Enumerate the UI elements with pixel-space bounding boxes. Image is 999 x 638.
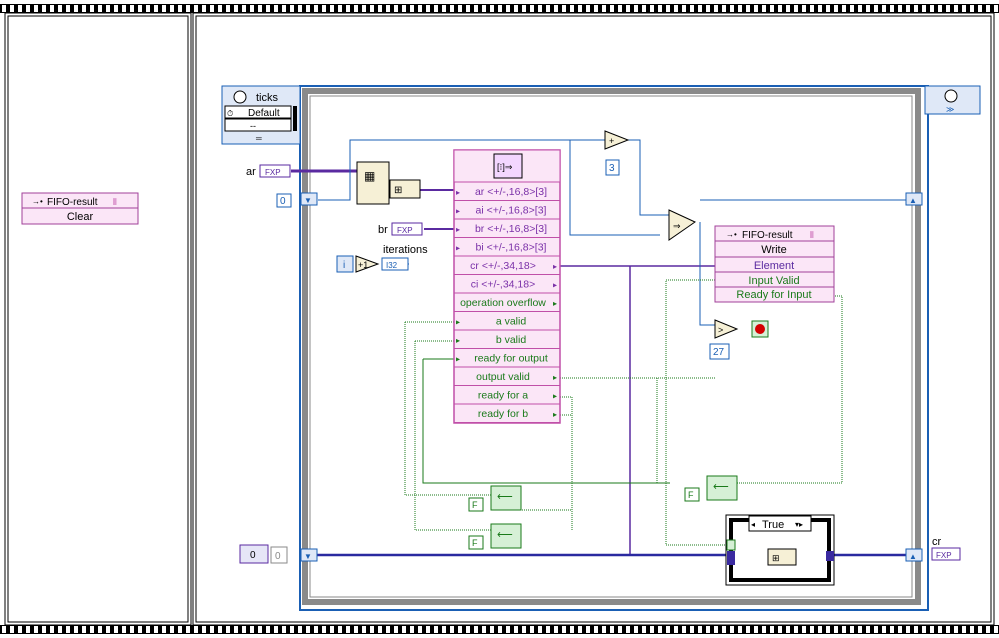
const-27-value: 27 [713,347,725,358]
iteration-label: i [343,260,345,271]
fft-icon-glyph: [⁝]⇒ [497,162,513,172]
feedback-arrow-icon-c: ⟵ [713,481,729,493]
port-input-arrow-icon: ▸ [456,318,460,327]
shift-arrow-icon-4: ▲ [909,552,917,561]
port-input-arrow-icon: ▸ [456,355,460,364]
ticks-option-default: Default [248,108,280,119]
ar-input[interactable]: ar FXP [246,164,291,178]
cr-init-value: 0 [250,550,256,561]
case-prev-icon: ◂ [751,520,755,529]
cr-label: cr [932,536,942,548]
fifo-write-method: Write [761,244,786,256]
array-index-icon: ▦ [364,169,375,183]
ticks-expand-icon: ═ [255,134,262,143]
iterations-label: iterations [383,244,428,256]
ar-label: ar [246,166,256,178]
fifo-write-icon: →• [726,230,737,239]
const-3-value: 3 [609,163,615,174]
port-input-arrow-icon: ▸ [456,188,460,197]
ticks-option-dash: -- [250,121,256,131]
case-dropdown-icon: ▾▸ [795,520,803,529]
fft-port-label: b valid [496,334,527,346]
fft-port-label: ready for b [478,408,528,420]
fifo-clear-node[interactable]: →• FIFO-result Clear ⫴ [21,192,139,225]
fft-port-label: ci <+/-,34,18> [471,279,536,291]
fft-port-label: ai <+/-,16,8>[3] [476,205,547,217]
ticks-config-node[interactable]: ticks ⏱ Default -- ═ [221,85,301,145]
false-const-a: F [472,500,478,510]
expand-chevron-icon: ≫ [946,105,954,114]
clock-icon [233,90,247,104]
case-selector-label: True [762,519,784,531]
clock-source-icon: ⏱ [227,109,233,118]
build-array-icon: ⊞ [772,553,780,563]
loop-output-node[interactable]: ≫ [924,85,981,115]
fft-node[interactable]: [⁝]⇒ ar <+/-,16,8>[3] ▸ ai <+/-,16,8>[3] ▸ b… [453,149,561,424]
br-label: br [378,224,388,236]
port-output-arrow-icon: ▸ [553,299,557,308]
write-port-element: Element [754,260,794,272]
port-output-arrow-icon: ▸ [553,410,557,419]
fifo-write-title: FIFO-result [742,230,793,241]
fifo-write-node[interactable]: →• FIFO-result ⫴ Write Element Input Val… [714,225,835,303]
port-output-arrow-icon: ▸ [553,281,557,290]
fft-port-label: bi <+/-,16,8>[3] [476,242,547,254]
port-input-arrow-icon: ▸ [456,225,460,234]
fft-port-label: output valid [476,371,530,383]
false-const-b: F [472,538,478,548]
case-structure[interactable]: ◂ True ▾▸ ⊞ [725,514,835,586]
zero-constant[interactable]: 0 [276,193,292,208]
false-const-c: F [688,490,694,500]
shift-arrow-icon-3: ▼ [304,552,312,561]
sequence-frame-1 [4,12,192,626]
br-type: FXP [397,226,413,235]
cr-type: FXP [936,551,952,560]
fft-port-label: a valid [496,316,527,328]
port-input-arrow-icon: ▸ [456,244,460,253]
port-output-arrow-icon: ▸ [553,392,557,401]
stop-terminal[interactable] [751,320,769,338]
sequence-frame-bottom-strip [0,625,999,634]
clock-output-icon [944,89,958,103]
port-input-arrow-icon: ▸ [456,207,460,216]
fft-port-label: br <+/-,16,8>[3] [475,223,547,235]
stop-icon [755,324,765,334]
shift-arrow-icon-2: ▲ [909,196,917,205]
fft-port-label: operation overflow [460,297,546,309]
fft-port-label: ar <+/-,16,8>[3] [475,186,547,198]
case-selector-terminal[interactable] [726,539,736,551]
port-output-arrow-icon: ▸ [553,373,557,382]
select-icon: ⇒ [673,221,681,231]
ar-type: FXP [265,168,281,177]
feedback-arrow-icon-b: ⟵ [497,529,513,541]
fifo-icon: →• [32,197,43,206]
ticks-label: ticks [256,92,279,104]
const-3[interactable]: 3 [605,159,620,176]
port-output-arrow-icon: ▸ [553,262,557,271]
cr-init-constant[interactable]: 0 0 [239,544,288,564]
shift-arrow-icon-1: ▼ [304,196,312,205]
br-input[interactable]: br FXP [378,222,423,236]
const-27[interactable]: 27 [709,343,730,360]
fifo-clear-method: Clear [67,211,94,223]
iterations-type: I32 [386,261,398,270]
fft-port-label: ready for output [474,353,548,365]
write-port-ready-for-input: Ready for Input [736,289,811,301]
cr-init-value-2: 0 [275,551,281,562]
zero-constant-value: 0 [280,196,286,207]
feedback-arrow-icon: ⟵ [497,491,513,503]
write-port-input-valid: Input Valid [748,275,799,287]
fifo-ref-icon: ⫴ [113,197,117,207]
greater-than-icon: > [718,325,723,335]
fft-port-label: ready for a [478,390,528,402]
fifo-clear-title: FIFO-result [47,197,98,208]
sequence-frame-top-strip [0,4,999,13]
array-build-icon: ⊞ [394,185,402,196]
add-icon: + [609,136,614,146]
increment-label: +1 [358,260,368,270]
fifo-write-ref-icon: ⫴ [810,230,814,240]
fft-port-label: cr <+/-,34,18> [470,260,536,272]
port-input-arrow-icon: ▸ [456,336,460,345]
labview-block-diagram: →• FIFO-result Clear ⫴ ticks ⏱ Default -… [4,12,995,626]
